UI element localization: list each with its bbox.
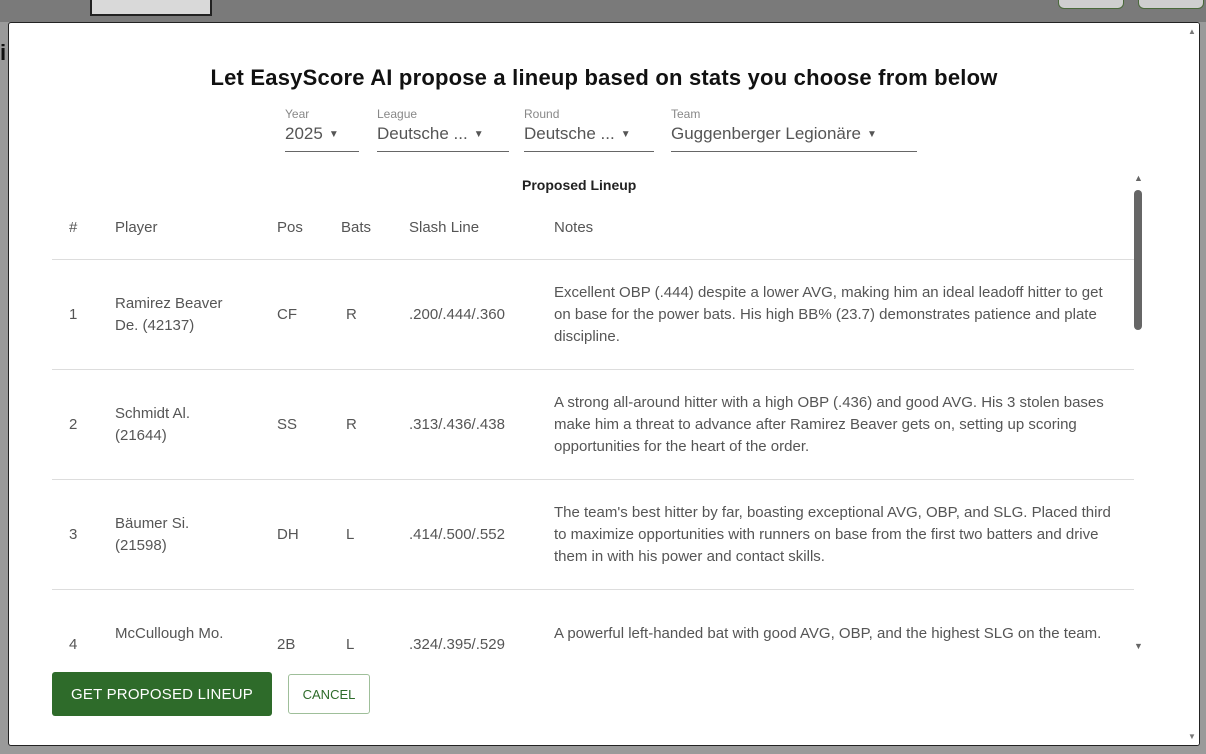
player-name: Schmidt Al.	[115, 404, 191, 422]
table-row: 2 Schmidt Al. (21644) SS R .313/.436/.43…	[52, 370, 1134, 480]
notes-text: Excellent OBP (.444) despite a lower AVG…	[554, 283, 1103, 345]
notes-cell: A strong all-around hitter with a high O…	[554, 370, 1114, 479]
row-number: 3	[69, 526, 78, 543]
slash-line-cell: .414/.500/.552	[409, 526, 505, 543]
caret-down-icon: ▼	[473, 128, 484, 140]
row-number: 1	[69, 306, 78, 323]
background-button	[1058, 0, 1124, 9]
col-header-bats: Bats	[341, 219, 372, 236]
dialog-title: Let EasyScore AI propose a lineup based …	[210, 65, 998, 90]
caret-down-icon: ▼	[328, 128, 339, 140]
bats-cell: R	[346, 306, 357, 323]
caret-down-icon: ▼	[866, 128, 877, 140]
notes-cell: The team's best hitter by far, boasting …	[554, 480, 1114, 589]
get-proposed-lineup-button[interactable]: GET PROPOSED LINEUP	[52, 672, 272, 716]
player-name: Bäumer Si.	[115, 514, 190, 532]
table-scrollbar[interactable]: ▲ ▼	[1133, 173, 1145, 673]
year-select[interactable]: Year 2025 ▼	[285, 107, 359, 152]
pos-cell: DH	[277, 526, 299, 543]
scroll-up-arrow-icon[interactable]: ▲	[1188, 27, 1196, 36]
lineup-caption: Proposed Lineup	[522, 177, 637, 193]
notes-cell: Excellent OBP (.444) despite a lower AVG…	[554, 260, 1114, 369]
notes-text: A strong all-around hitter with a high O…	[554, 393, 1104, 455]
player-cell: Ramirez Beaver De. (42137)	[115, 260, 223, 369]
team-label: Team	[671, 107, 701, 121]
pos-cell: SS	[277, 416, 298, 433]
player-cell: Schmidt Al. (21644)	[115, 370, 190, 479]
col-header-pos: Pos	[277, 219, 303, 236]
slash-line-cell: .313/.436/.438	[409, 416, 505, 433]
scroll-up-arrow-icon[interactable]: ▲	[1134, 173, 1143, 183]
table-row: 1 Ramirez Beaver De. (42137) CF R .200/.…	[52, 260, 1134, 370]
league-label: League	[377, 107, 418, 121]
team-select[interactable]: Team Guggenberger Legionäre ▼	[671, 107, 917, 152]
table-header: # Player Pos Bats Slash Line Notes	[52, 211, 1134, 260]
league-select[interactable]: League Deutsche ... ▼	[377, 107, 509, 152]
col-header-num: #	[69, 219, 78, 236]
background-button	[1138, 0, 1204, 9]
round-label: Round	[524, 107, 560, 121]
scroll-down-arrow-icon[interactable]: ▼	[1134, 641, 1143, 651]
scrollbar-thumb[interactable]	[1134, 190, 1142, 330]
player-name: McCullough Mo.	[115, 624, 224, 642]
cancel-button[interactable]: CANCEL	[288, 674, 370, 714]
notes-cell: A powerful left-handed bat with good AVG…	[554, 590, 1114, 650]
col-header-notes: Notes	[554, 219, 594, 236]
team-value: Guggenberger Legionäre	[671, 124, 861, 143]
player-id: De. (42137)	[115, 316, 195, 334]
year-value: 2025	[285, 124, 323, 143]
row-number: 4	[69, 636, 78, 649]
background-text-fragment: i	[0, 40, 7, 65]
caret-down-icon: ▼	[620, 128, 631, 140]
player-cell: McCullough Mo. (44863)	[115, 590, 224, 650]
col-header-slash: Slash Line	[409, 219, 480, 236]
table-row: 3 Bäumer Si. (21598) DH L .414/.500/.552…	[52, 480, 1134, 590]
player-cell: Bäumer Si. (21598)	[115, 480, 189, 589]
round-value: Deutsche ...	[524, 124, 615, 143]
bats-cell: L	[346, 526, 355, 543]
col-header-player: Player	[115, 219, 158, 236]
notes-text: A powerful left-handed bat with good AVG…	[554, 624, 1102, 650]
bats-cell: R	[346, 416, 357, 433]
lineup-table[interactable]: Proposed Lineup # Player Pos Bats Slash …	[52, 171, 1142, 649]
player-id: (21598)	[115, 536, 167, 554]
year-label: Year	[285, 107, 310, 121]
scroll-down-arrow-icon[interactable]: ▼	[1188, 732, 1196, 741]
table-row: 4 McCullough Mo. (44863) 2B L .324/.395/…	[52, 590, 1134, 650]
pos-cell: CF	[277, 306, 297, 323]
pos-cell: 2B	[277, 636, 296, 649]
round-select[interactable]: Round Deutsche ... ▼	[524, 107, 654, 152]
bats-cell: L	[346, 636, 355, 649]
slash-line-cell: .200/.444/.360	[409, 306, 505, 323]
row-number: 2	[69, 416, 78, 433]
player-id: (44863)	[115, 645, 223, 650]
background-tab	[90, 0, 212, 16]
dialog-scrollbar[interactable]: ▲ ▼	[1185, 23, 1199, 745]
notes-text: The team's best hitter by far, boasting …	[554, 503, 1111, 565]
proposed-lineup-dialog: ▲ ▼ Let EasyScore AI propose a lineup ba…	[8, 22, 1200, 746]
league-value: Deutsche ...	[377, 124, 468, 143]
player-name: Ramirez Beaver	[115, 294, 223, 312]
player-id: (21644)	[115, 426, 167, 444]
slash-line-cell: .324/.395/.529	[409, 636, 505, 649]
